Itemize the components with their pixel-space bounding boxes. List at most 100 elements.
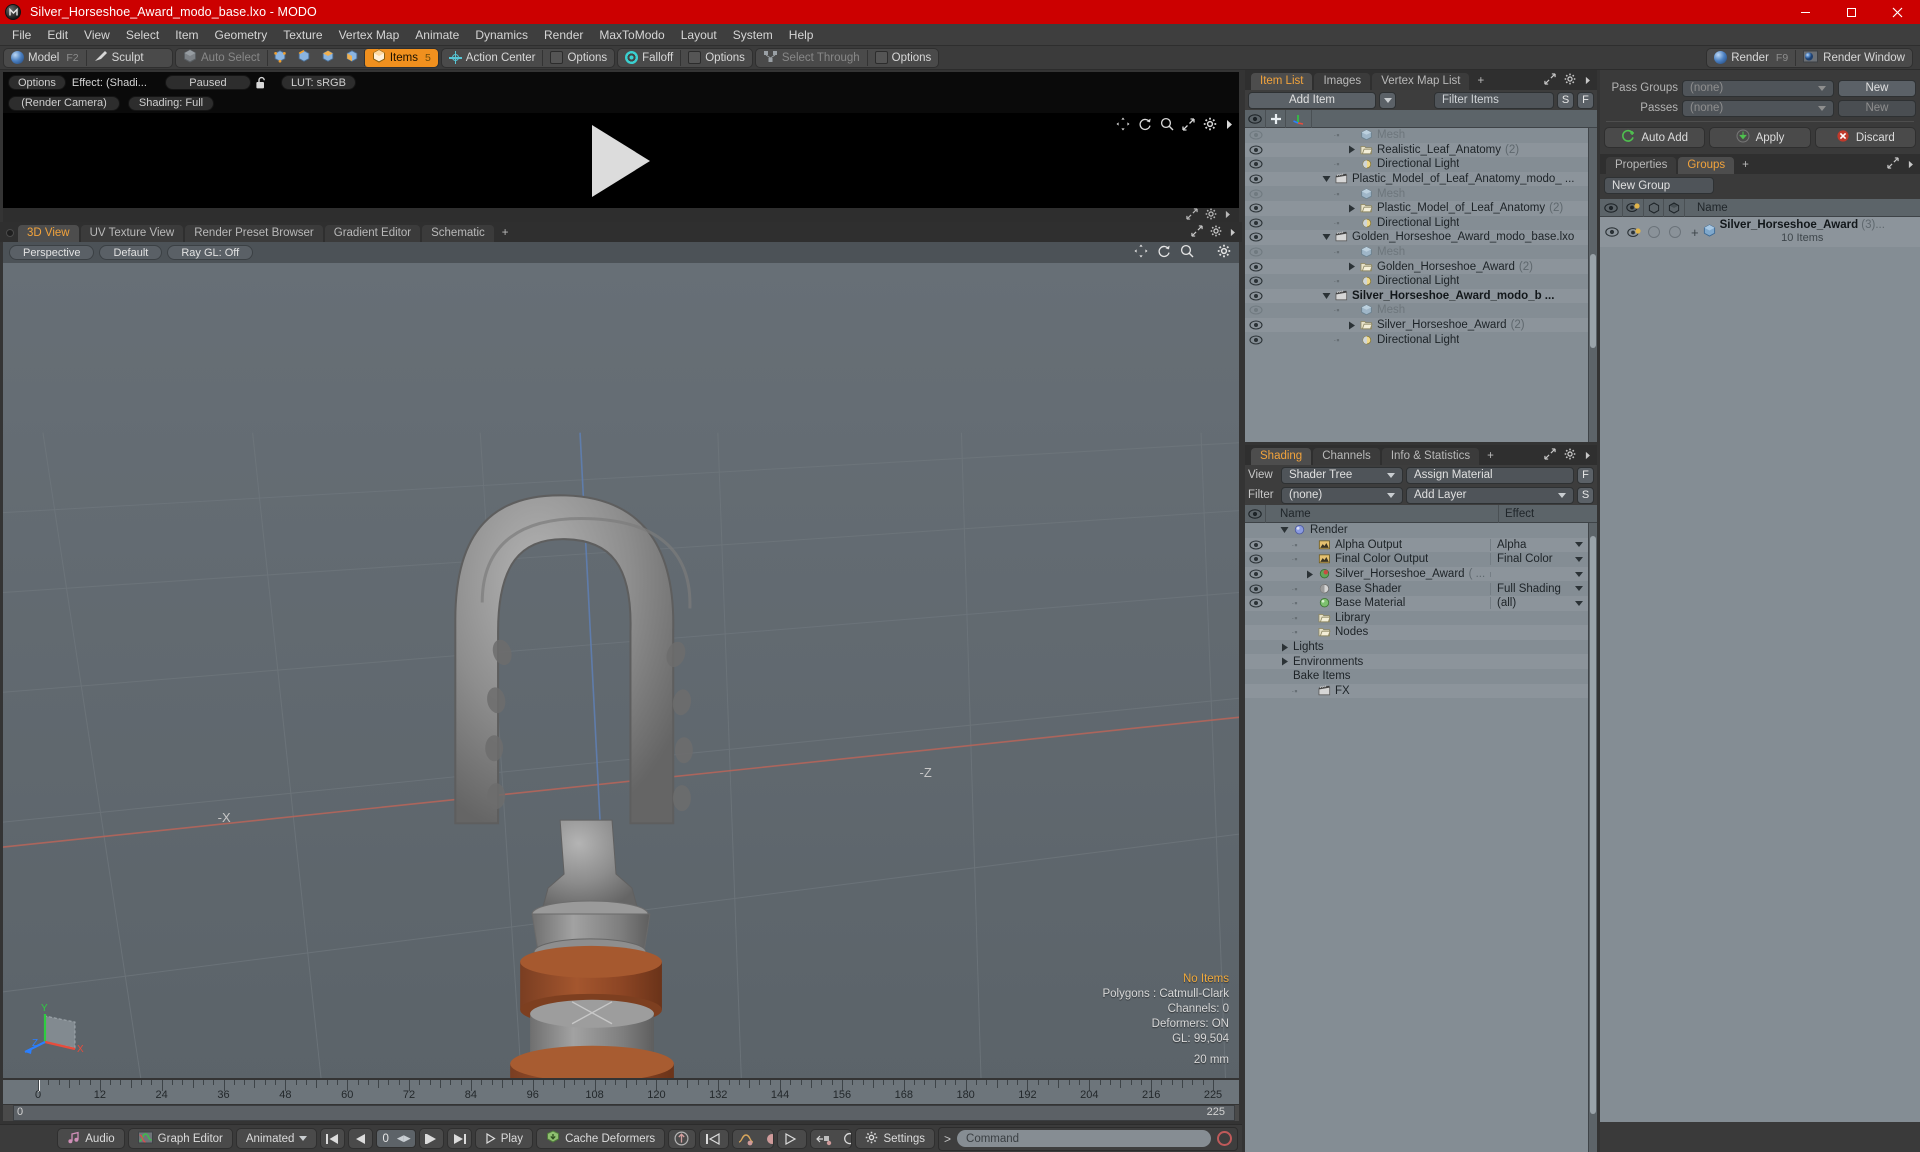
vertex-mode-button[interactable] <box>268 49 292 67</box>
visibility-eye-icon[interactable] <box>1248 320 1263 330</box>
item-list-row[interactable]: Silver_Horseshoe_Award_modo_b ... <box>1245 288 1588 304</box>
current-frame-field[interactable]: 0 ◀▶ <box>376 1129 416 1148</box>
row-visibility-toggle[interactable] <box>1245 276 1266 286</box>
falloff-options-button[interactable]: Options <box>681 49 752 67</box>
select-through-options-button[interactable]: Options <box>868 49 939 67</box>
expand-icon[interactable] <box>1544 73 1556 88</box>
visibility-eye-icon[interactable] <box>1248 262 1263 272</box>
cache-deformers-button[interactable]: Cache Deformers <box>536 1128 666 1149</box>
auto-select-button[interactable]: Auto Select <box>176 49 267 67</box>
shading-s-button[interactable]: S <box>1577 486 1594 504</box>
expand-plus-icon[interactable]: + <box>1691 225 1699 240</box>
previous-key-button[interactable] <box>726 1130 727 1148</box>
spinner-icon[interactable]: ◀▶ <box>397 1133 411 1144</box>
shader-tree-row[interactable]: ·▪ Library <box>1245 610 1588 626</box>
row-visibility-toggle[interactable] <box>1245 554 1266 565</box>
col-visibility[interactable] <box>1245 109 1266 128</box>
row-visibility-toggle[interactable] <box>1245 232 1266 243</box>
preview-shading-button[interactable]: Shading: Full <box>128 95 214 111</box>
perspective-button[interactable]: Perspective <box>9 245 95 260</box>
shader-tree-row[interactable]: Lights <box>1245 639 1588 655</box>
expand-icon[interactable] <box>1186 207 1198 223</box>
twirl-down-icon[interactable] <box>1280 526 1289 534</box>
visibility-eye-icon[interactable] <box>1248 584 1263 594</box>
next-frame-button[interactable] <box>418 1128 444 1149</box>
visibility-eye-icon[interactable] <box>1248 291 1263 301</box>
menu-item-view[interactable]: View <box>76 25 118 45</box>
tab-images[interactable]: Images <box>1314 73 1371 90</box>
preview-camera-button[interactable]: (Render Camera) <box>8 95 120 111</box>
col-lock[interactable] <box>1266 109 1286 128</box>
preview-render-canvas[interactable] <box>3 113 1239 208</box>
item-list-row[interactable]: ·▪ Directional Light <box>1245 332 1588 347</box>
group-render-toggle[interactable] <box>1623 227 1644 238</box>
expand-icon[interactable] <box>1191 225 1203 240</box>
menu-item-animate[interactable]: Animate <box>407 25 467 45</box>
twirl-down-icon[interactable] <box>1322 233 1331 241</box>
menu-item-texture[interactable]: Texture <box>275 25 330 45</box>
pan-icon[interactable] <box>1116 117 1130 131</box>
row-visibility-toggle[interactable] <box>1245 291 1266 301</box>
command-input[interactable]: Command <box>957 1130 1212 1147</box>
item-list-row[interactable]: Plastic_Model_of_Leaf_Anatomy_modo_ ... <box>1245 171 1588 187</box>
add-tab-button[interactable]: + <box>1481 448 1500 465</box>
row-visibility-toggle[interactable] <box>1245 218 1266 228</box>
auto-key-down-button[interactable] <box>694 1130 695 1148</box>
visibility-eye-icon[interactable] <box>1248 598 1263 608</box>
visibility-eye-icon[interactable] <box>1248 203 1263 213</box>
item-list-row[interactable]: ·▪ Mesh <box>1245 128 1588 143</box>
group-visibility-toggle[interactable] <box>1600 227 1623 237</box>
menu-item-layout[interactable]: Layout <box>673 25 725 45</box>
items-mode-button[interactable]: Items 5 <box>364 48 438 67</box>
audio-button[interactable]: Audio <box>57 1128 125 1149</box>
tab-groups[interactable]: Groups <box>1678 157 1735 174</box>
maximize-button[interactable] <box>1828 0 1874 24</box>
row-effect-cell[interactable] <box>1490 571 1588 577</box>
tab-3d-view[interactable]: 3D View <box>18 225 79 242</box>
select-through-button[interactable]: Select Through <box>756 49 867 67</box>
visibility-eye-icon[interactable] <box>1248 554 1263 565</box>
filter-dropdown[interactable]: (none) <box>1281 486 1403 504</box>
menu-item-select[interactable]: Select <box>118 25 167 45</box>
menu-item-geometry[interactable]: Geometry <box>207 25 276 45</box>
chevron-down-icon[interactable] <box>1575 586 1583 592</box>
key-curve-button[interactable] <box>733 1130 759 1148</box>
visibility-eye-icon[interactable] <box>1248 145 1263 155</box>
add-layer-dropdown[interactable]: Add Layer <box>1406 486 1574 504</box>
visibility-eye-icon[interactable] <box>1248 232 1263 243</box>
shader-tree-row[interactable]: ·▪ Nodes <box>1245 625 1588 640</box>
row-visibility-toggle[interactable] <box>1245 598 1266 608</box>
group-wireframe-checkbox[interactable] <box>1644 226 1664 238</box>
action-center-options-button[interactable]: Options <box>543 49 614 67</box>
chevron-down-icon[interactable] <box>1575 542 1583 548</box>
menu-item-edit[interactable]: Edit <box>39 25 76 45</box>
preview-paused-button[interactable]: Paused <box>164 75 251 90</box>
shading-f-button[interactable]: F <box>1577 466 1594 484</box>
falloff-button[interactable]: Falloff <box>618 49 680 67</box>
item-list-row[interactable]: ·▪ Directional Light <box>1245 157 1588 172</box>
close-button[interactable] <box>1874 0 1920 24</box>
menu-arrow-icon[interactable] <box>1907 158 1914 172</box>
shader-tree-row[interactable]: ·▪ Base Material (all) <box>1245 595 1588 611</box>
row-effect-cell[interactable]: (all) <box>1490 597 1588 610</box>
visibility-eye-icon[interactable] <box>1248 247 1263 257</box>
tab-vertex-map-list[interactable]: Vertex Map List <box>1372 73 1470 90</box>
discard-button[interactable]: Discard <box>1814 127 1916 148</box>
auto-key-up-button[interactable] <box>669 1130 694 1148</box>
pass-groups-dropdown[interactable]: (none) <box>1682 79 1834 97</box>
col-transform[interactable] <box>1286 109 1312 128</box>
chevron-down-icon[interactable] <box>1575 556 1583 562</box>
visibility-eye-icon[interactable] <box>1248 540 1263 550</box>
menu-arrow-icon[interactable] <box>1584 449 1591 463</box>
timeline-ruler[interactable]: 0 12 24 36 48 60 72 84 96 108 120 132 144 156 168 180 19… <box>3 1080 1239 1104</box>
expand-icon[interactable] <box>1887 157 1899 172</box>
render-button[interactable]: Render F9 <box>1707 49 1795 67</box>
auto-add-button[interactable]: Auto Add <box>1604 127 1706 148</box>
item-list-row[interactable]: Golden_Horseshoe_Award (2) <box>1245 259 1588 274</box>
twirl-right-icon[interactable] <box>1347 145 1356 154</box>
animated-dropdown[interactable]: Animated <box>235 1128 318 1149</box>
visibility-eye-icon[interactable] <box>1248 305 1263 315</box>
col-render-visibility[interactable] <box>1623 198 1644 217</box>
rotate-icon[interactable] <box>1157 244 1171 261</box>
item-list-row[interactable]: ·▪ Directional Light <box>1245 273 1588 289</box>
